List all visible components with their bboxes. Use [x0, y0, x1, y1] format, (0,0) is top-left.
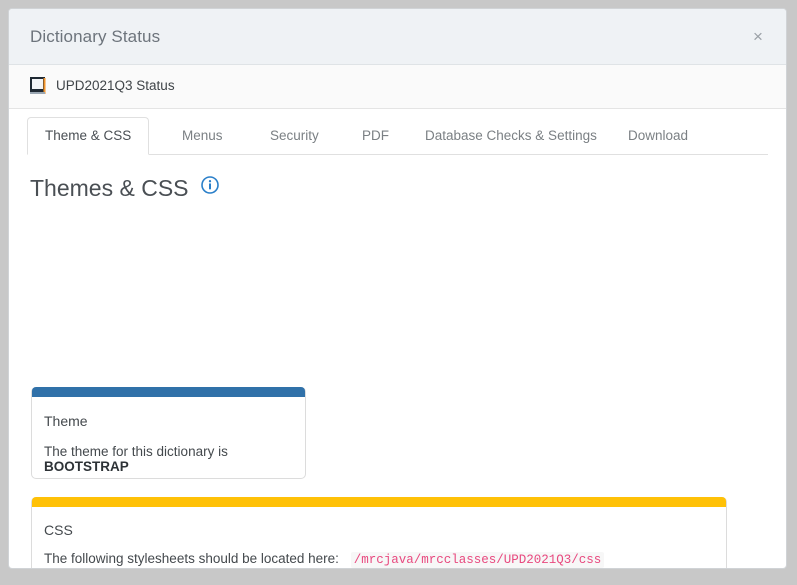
dictionary-status-dialog: Dictionary Status × UPD2021Q3 Status The… — [8, 8, 787, 569]
css-card: CSS The following stylesheets should be … — [31, 497, 727, 568]
tab-bar: Theme & CSS Menus Security PDF Database … — [27, 109, 768, 155]
close-icon[interactable]: × — [744, 23, 772, 51]
css-card-stripe — [32, 497, 726, 507]
dictionary-subheader: UPD2021Q3 Status — [9, 65, 786, 109]
page-title-text: Themes & CSS — [30, 175, 189, 201]
theme-card-stripe — [32, 387, 305, 397]
tab-theme-css[interactable]: Theme & CSS — [27, 117, 150, 155]
theme-card-label: Theme — [44, 413, 88, 429]
tab-security[interactable]: Security — [253, 117, 336, 155]
theme-card: Theme The theme for this dictionary is B… — [31, 387, 306, 479]
book-icon — [30, 77, 46, 95]
dictionary-name: UPD2021Q3 Status — [56, 78, 175, 93]
theme-name-value: BOOTSTRAP — [44, 459, 129, 474]
css-card-label: CSS — [44, 522, 73, 538]
css-location-text: The following stylesheets should be loca… — [44, 551, 339, 566]
tab-pdf[interactable]: PDF — [345, 117, 406, 155]
tab-database-checks[interactable]: Database Checks & Settings — [408, 117, 614, 155]
info-circle-icon[interactable] — [201, 173, 219, 200]
theme-card-text: The theme for this dictionary is BOOTSTR… — [44, 444, 305, 474]
tab-download[interactable]: Download — [611, 117, 705, 155]
tab-menus[interactable]: Menus — [165, 117, 240, 155]
dialog-title: Dictionary Status — [30, 27, 161, 46]
css-location-path: /mrcjava/mrcclasses/UPD2021Q3/css — [350, 552, 605, 568]
theme-card-text-prefix: The theme for this dictionary is — [44, 444, 228, 459]
page-title: Themes & CSS — [30, 173, 219, 202]
dialog-header: Dictionary Status × — [9, 9, 786, 65]
css-location-line: The following stylesheets should be loca… — [44, 551, 605, 568]
